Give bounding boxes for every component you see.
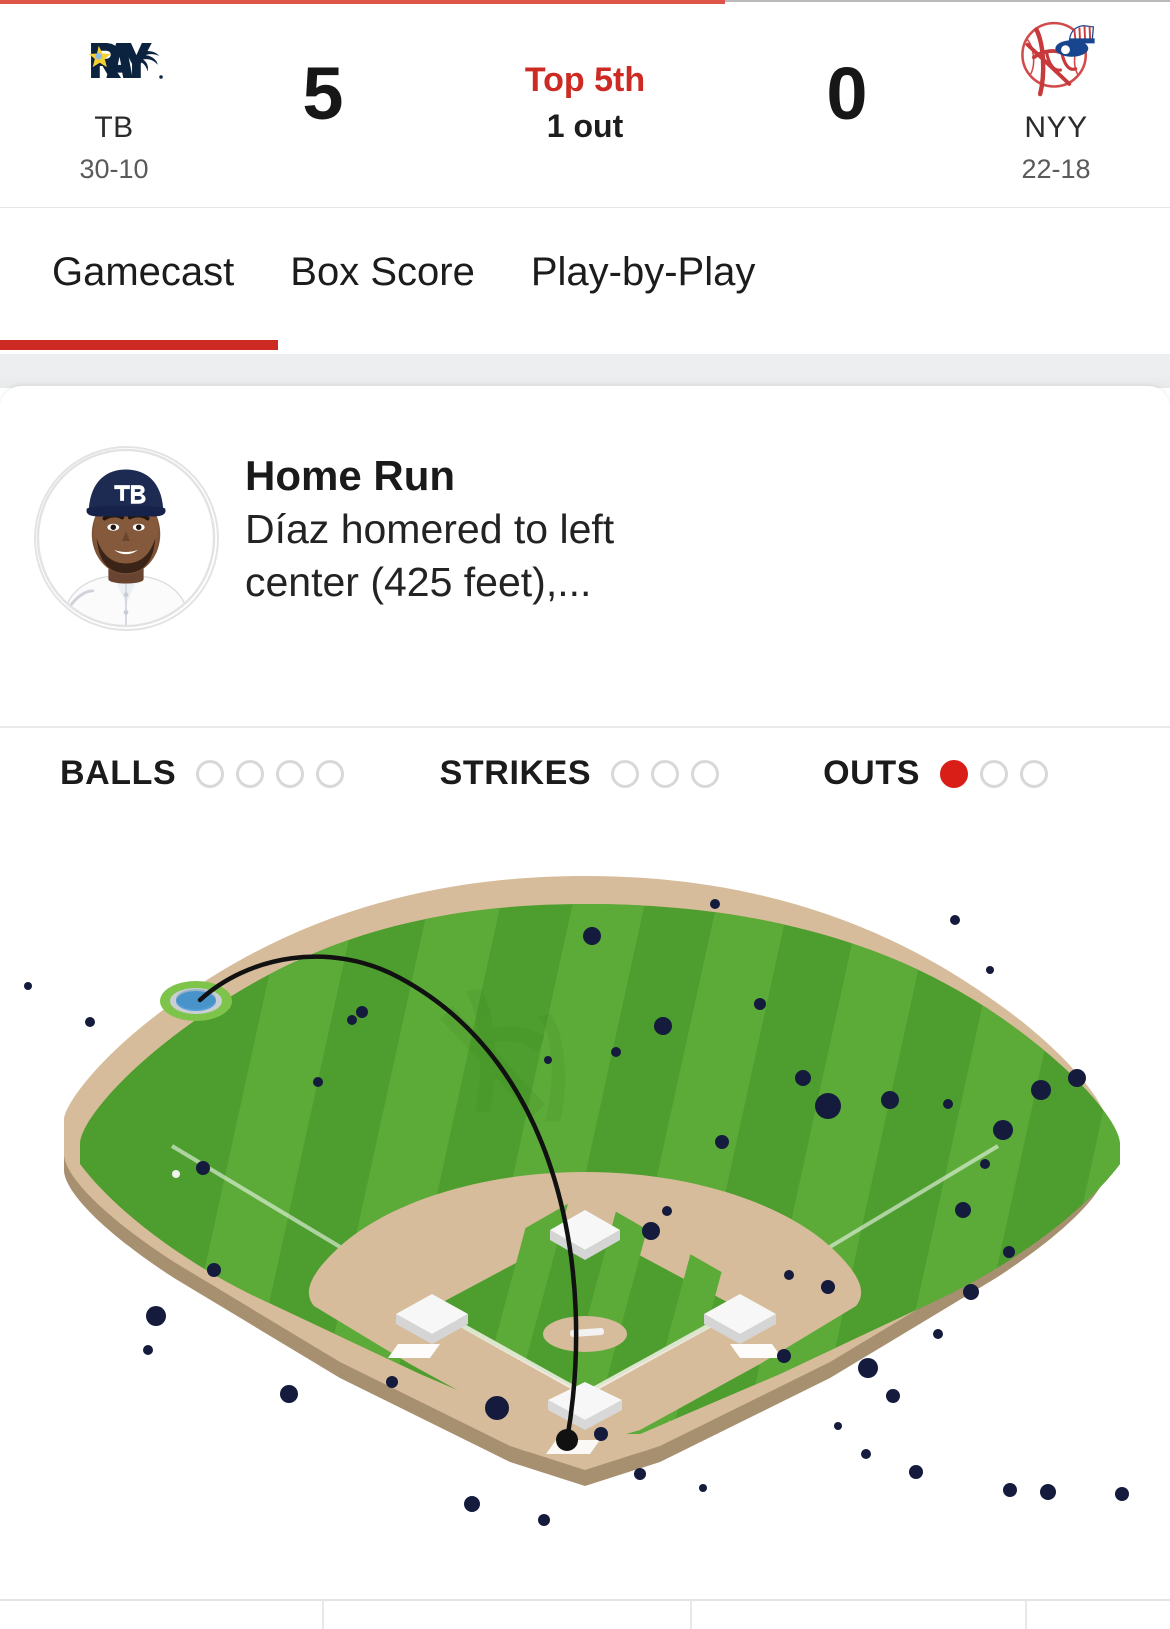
tab-list: Gamecast Box Score Play-by-Play xyxy=(0,209,1170,335)
balls-pips xyxy=(196,759,345,788)
out-pip xyxy=(980,759,1008,788)
player-headshot-avatar xyxy=(34,446,219,631)
balls-label: BALLS xyxy=(60,754,177,792)
ball-pip xyxy=(236,759,265,788)
strike-pip xyxy=(691,759,720,788)
rays-logo-icon xyxy=(59,19,169,101)
last-play-summary[interactable]: Home Run Díaz homered to left center (42… xyxy=(0,386,1170,631)
strikes-group: STRIKES xyxy=(440,754,823,793)
strikes-pips xyxy=(611,759,720,788)
game-status-block: Top 5th 1 out xyxy=(418,5,752,145)
tabs-shadow-band xyxy=(0,354,1170,388)
yankees-logo-icon xyxy=(1001,19,1111,101)
footer-cell-separator xyxy=(322,1601,324,1629)
gamecast-card: Home Run Díaz homered to left center (42… xyxy=(0,386,1170,1591)
outs-label: OUTS xyxy=(823,754,920,792)
tab-gamecast[interactable]: Gamecast xyxy=(24,250,262,295)
out-pip xyxy=(1020,759,1048,788)
balls-group: BALLS xyxy=(26,754,440,793)
strike-pip xyxy=(651,759,680,788)
baseball-field-diagram xyxy=(24,876,1129,1526)
count-indicators: BALLS STRIKES OUTS xyxy=(0,754,1170,793)
card-divider xyxy=(0,726,1170,728)
home-team-record: 22-18 xyxy=(1021,154,1091,184)
tab-box-score[interactable]: Box Score xyxy=(262,250,503,295)
scoreboard-header: TB 30-10 5 Top 5th 1 out 0 NYY 22-18 xyxy=(0,5,1170,208)
contact-point-dot xyxy=(556,1429,578,1451)
home-team-abbr: NYY xyxy=(1024,111,1088,144)
inning-status: Top 5th xyxy=(524,61,646,99)
footer-cell-separator xyxy=(690,1601,692,1629)
footer-divider xyxy=(0,1599,1170,1601)
strikes-label: STRIKES xyxy=(439,754,592,792)
away-team-abbr: TB xyxy=(94,111,134,144)
active-tab-indicator xyxy=(0,340,278,350)
home-team-block[interactable]: NYY 22-18 xyxy=(942,5,1170,185)
outs-pips xyxy=(940,759,1048,788)
play-description: Díaz homered to left center (425 feet),.… xyxy=(245,506,615,606)
field-diagram-container[interactable] xyxy=(0,874,1170,1564)
strike-pip xyxy=(611,759,640,788)
away-team-record: 30-10 xyxy=(79,154,149,184)
pitchers-mound xyxy=(543,1316,627,1352)
progress-fill xyxy=(0,0,726,4)
home-team-score: 0 xyxy=(826,52,868,135)
outs-status: 1 out xyxy=(546,108,624,145)
home-run-landing-marker xyxy=(160,981,232,1021)
outs-group: OUTS xyxy=(823,754,1144,793)
play-text-block: Home Run Díaz homered to left center (42… xyxy=(245,446,715,610)
ball-pip xyxy=(276,759,305,788)
tab-play-by-play[interactable]: Play-by-Play xyxy=(503,250,784,295)
play-title: Home Run xyxy=(245,452,455,499)
away-team-block[interactable]: TB 30-10 xyxy=(0,5,228,185)
ball-pip xyxy=(196,759,225,788)
out-pip-filled xyxy=(940,759,968,788)
tab-bar: Gamecast Box Score Play-by-Play xyxy=(0,209,1170,354)
footer-cell-separator xyxy=(1025,1601,1027,1629)
away-team-score: 5 xyxy=(302,52,344,135)
progress-track xyxy=(725,0,1170,2)
ball-pip xyxy=(316,759,345,788)
